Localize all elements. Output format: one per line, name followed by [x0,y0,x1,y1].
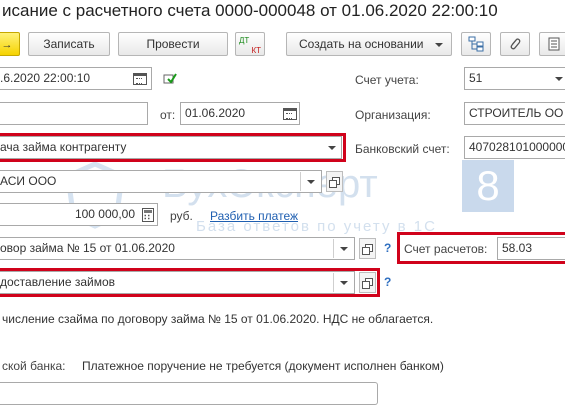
contract-dropdown-icon[interactable] [340,247,348,251]
document-date-field[interactable]: .6.2020 22:00:10 [0,67,152,90]
post-and-close-button[interactable]: → [0,32,20,56]
hierarchy-icon [468,36,484,52]
structure-button[interactable] [461,32,491,56]
organization-field[interactable]: СТРОИТЕЛЬ ОО [464,102,565,125]
post-button[interactable]: Провести [118,32,228,56]
window-title: исание с расчетного счета 0000-000048 от… [2,1,498,20]
chevron-down-icon [435,43,443,47]
counterparty-value: АСИ ООО [0,174,57,188]
counterparty-field[interactable]: АСИ ООО [0,170,322,193]
from-label: от: [160,108,176,122]
create-based-on-label: Создать на основании [299,37,424,51]
organization-label: Организация: [355,108,431,122]
document-date-value: .6.2020 22:00:10 [0,71,91,85]
account-field[interactable]: 51 [464,67,565,90]
dt-kt-button[interactable]: ДТ КТ [235,32,265,56]
dt-label: ДТ [239,36,250,45]
posted-status-icon [163,73,177,84]
counterparty-dropdown-icon[interactable] [307,180,315,184]
contract-open-button[interactable] [359,238,376,259]
contract-field[interactable]: овор займа № 15 от 01.06.2020 [0,237,355,260]
contract-value: овор займа № 15 от 01.06.2020 [0,241,175,255]
amount-field[interactable]: 100 000,00 [0,203,158,226]
list-icon [548,37,560,51]
account-value: 51 [469,71,483,85]
calculator-icon[interactable] [142,208,154,222]
from-date-field[interactable]: 01.06.2020 [180,102,300,125]
organization-value: СТРОИТЕЛЬ ОО [469,106,564,120]
arrow-right-icon: → [1,39,13,51]
account-dropdown-icon[interactable] [555,77,563,81]
comment-field[interactable] [0,382,378,405]
account-label: Счет учета: [355,73,419,87]
kt-label: КТ [251,46,261,55]
bank-account-label: Банковский счет: [355,142,450,156]
contract-help-icon[interactable]: ? [384,241,391,255]
create-based-on-button[interactable]: Создать на основании [286,32,452,56]
bank-status-label: ской банка: [2,359,66,373]
settlements-highlight [397,232,565,264]
counterparty-open-button[interactable] [326,171,343,192]
payment-purpose-text: числение сзайма по договору займа № 15 о… [2,312,434,326]
watermark-digit: 8 [462,160,514,212]
from-date-value: 01.06.2020 [185,106,246,120]
cash-flow-help-icon[interactable]: ? [384,275,391,289]
cash-flow-highlight [0,268,380,297]
currency-label: руб. [170,209,193,223]
calendar-icon[interactable] [133,73,147,85]
bank-account-field[interactable]: 407028101000000 [464,136,565,159]
more-button[interactable] [539,32,565,56]
from-calendar-icon[interactable] [283,108,297,120]
bank-status-text: Платежное поручение не требуется (докуме… [82,359,444,373]
attach-button[interactable] [500,32,530,56]
write-button[interactable]: Записать [28,32,110,56]
split-payment-link[interactable]: Разбить платеж [210,208,298,224]
bank-account-value: 407028101000000 [469,140,565,154]
paperclip-icon [510,38,521,50]
operation-highlight [0,133,346,162]
amount-value: 100 000,00 [74,207,135,221]
document-number-field[interactable] [0,102,148,125]
